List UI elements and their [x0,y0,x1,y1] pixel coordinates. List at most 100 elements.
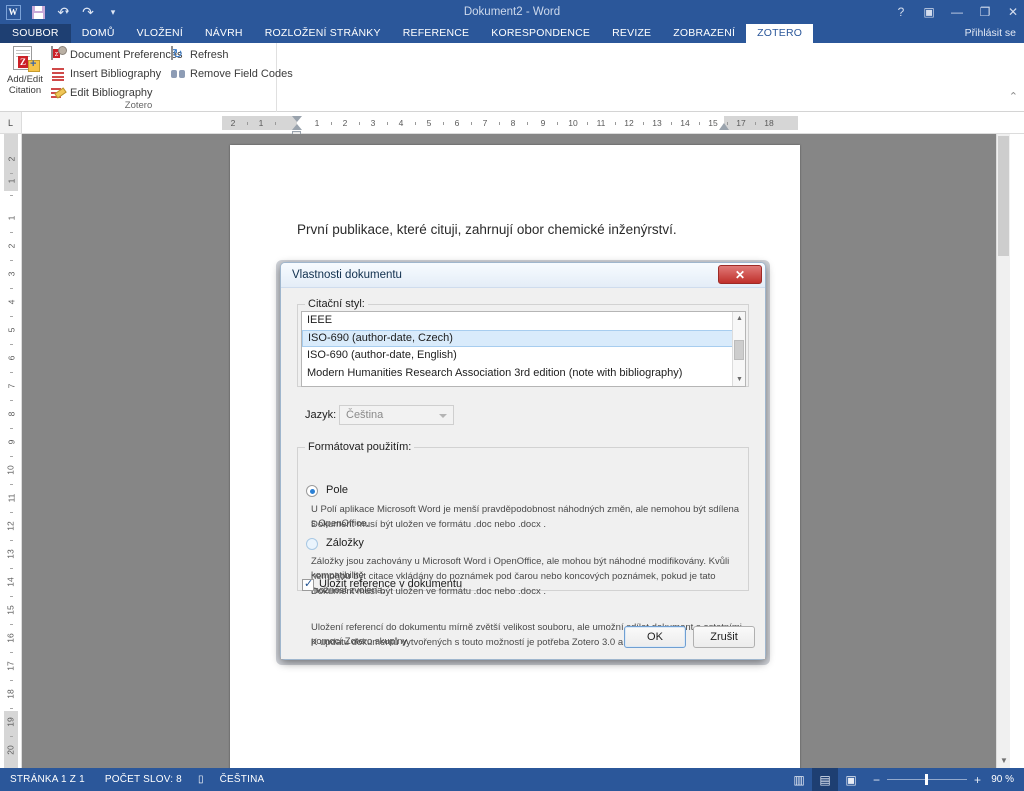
list-scroll-thumb[interactable] [734,340,744,360]
proofing-icon[interactable]: ▯ [192,774,210,785]
zoom-out-icon[interactable]: − [872,773,881,787]
store-references-label[interactable]: Uložit reference v dokumentu [319,578,462,590]
help-icon[interactable]: ? [894,6,908,18]
web-layout-icon[interactable]: ▣ [838,768,864,791]
citation-style-list[interactable]: IEEE ISO-690 (author-date, Czech) ISO-690 … [301,311,746,387]
ruler-tick [527,122,528,125]
ruler-number: 2 [230,118,236,128]
radio-pole-label[interactable]: Pole [326,484,348,496]
collapse-ribbon-icon[interactable]: ⌃ [1009,90,1018,103]
status-bar: STRÁNKA 1 Z 1 POČET SLOV: 8 ▯ ČEŠTINA ▥ … [0,768,1024,791]
ruler-number: 11 [5,493,16,503]
edit-bibliography-icon [50,85,66,101]
zoom-control: − + [864,773,990,787]
ruler-tick [10,456,13,457]
ruler-tick [10,652,13,653]
insert-bibliography-button[interactable]: Insert Bibliography [50,65,162,83]
vertical-scrollbar[interactable]: ▲ ▼ [996,134,1010,768]
ruler-tick [10,736,13,737]
right-indent-marker[interactable] [719,123,729,130]
zoom-slider-thumb[interactable] [925,774,928,785]
vertical-scroll-thumb[interactable] [998,136,1009,256]
ok-button[interactable]: OK [624,626,686,648]
ruler-tick [587,122,588,125]
title-bar: W ↶ ▾ ↷ ▾ Dokument2 - Word ? ▣ — ❐ ✕ [0,0,1024,24]
zoom-value[interactable]: 90 % [990,774,1024,785]
citation-style-option[interactable]: Modern Humanities Research Association 3… [302,365,733,383]
citation-style-option[interactable]: ISO-690 (author-date, English) [302,347,733,365]
remove-field-codes-button[interactable]: Remove Field Codes [170,65,293,83]
insert-bibliography-icon [50,66,66,82]
status-language[interactable]: ČEŠTINA [210,774,275,785]
horizontal-ruler[interactable]: 2 1 1 2 3 4 5 6 7 8 9 10 11 12 13 14 15 17 18 [22,112,1024,137]
dialog-title-bar: Vlastnosti dokumentu ✕ [281,263,765,288]
radio-pole[interactable] [306,485,318,497]
ruler-tick [499,122,500,125]
tab-stop-selector[interactable]: L [0,112,22,134]
ribbon-group-label: Zotero [124,100,153,111]
ruler-number: 2 [5,156,16,162]
ruler-tick [10,195,13,196]
tab-zobrazeni[interactable]: ZOBRAZENÍ [662,24,746,43]
citation-style-list-items: IEEE ISO-690 (author-date, Czech) ISO-690 … [302,312,733,382]
ruler-number: 5 [5,327,16,333]
ruler-number: 9 [5,439,16,445]
zoom-in-icon[interactable]: + [973,773,982,787]
hanging-indent-marker[interactable] [292,124,302,130]
document-paragraph[interactable]: První publikace, které cituji, zahrnují … [297,221,737,239]
add-edit-citation-button[interactable]: Z Add/Edit Citation [3,45,47,99]
tab-vlozeni[interactable]: VLOŽENÍ [126,24,194,43]
minimize-icon[interactable]: — [950,6,964,18]
vertical-ruler[interactable]: 2 1 1 2 3 4 5 6 7 8 9 10 11 12 13 14 15 16 17 18 19 20 [0,134,22,768]
document-preferences-button[interactable]: Document Preferences [50,46,183,64]
first-line-indent-marker[interactable] [292,116,302,122]
tab-domu[interactable]: DOMŮ [71,24,126,43]
radio-zalozky[interactable] [306,538,318,550]
ruler-tick [415,122,416,125]
ruler-number: 10 [568,118,578,128]
print-layout-icon[interactable]: ▤ [812,768,838,791]
pole-description-line2: Dokument musí být uložen ve formátu .doc… [311,519,546,530]
citation-style-option[interactable]: ISO-690 (author-date, Czech) [302,329,733,347]
tab-revize[interactable]: REVIZE [601,24,662,43]
ruler-tick [387,122,388,125]
tab-reference[interactable]: REFERENCE [392,24,481,43]
citation-style-scrollbar[interactable]: ▲ ▼ [732,312,745,386]
radio-zalozky-label[interactable]: Záložky [326,537,364,549]
ruler-number: 4 [398,118,404,128]
ruler-number: 17 [736,118,746,128]
cancel-button[interactable]: Zrušit [693,626,755,648]
status-word-count[interactable]: POČET SLOV: 8 [95,774,192,785]
ribbon-tabs: SOUBOR DOMŮ VLOŽENÍ NÁVRH ROZLOŽENÍ STRÁ… [0,24,1024,43]
ruler-tick [10,260,13,261]
add-edit-citation-icon: Z [10,45,40,73]
citation-style-option[interactable]: IEEE [302,312,733,330]
ruler-number: 17 [6,661,16,671]
read-mode-icon[interactable]: ▥ [786,768,812,791]
list-scroll-up-icon[interactable]: ▲ [733,312,746,325]
tab-korespondence[interactable]: KORESPONDENCE [480,24,601,43]
restore-icon[interactable]: ❐ [978,6,992,18]
close-icon[interactable]: ✕ [1006,6,1020,18]
language-select[interactable]: Čeština [339,405,454,425]
tab-rozlozeni-stranky[interactable]: ROZLOŽENÍ STRÁNKY [254,24,392,43]
ruler-number: 15 [6,605,16,615]
store-references-checkbox[interactable] [302,577,314,591]
refresh-button[interactable]: Refresh [170,46,229,64]
tab-navrh[interactable]: NÁVRH [194,24,254,43]
ruler-tick [671,122,672,125]
ribbon-display-options-icon[interactable]: ▣ [922,6,936,18]
ruler-tick [10,568,13,569]
dialog-close-icon[interactable]: ✕ [718,265,762,284]
zoom-slider[interactable] [887,774,967,785]
tab-zotero[interactable]: ZOTERO [746,24,814,43]
ruler-tick [275,122,276,125]
ruler-tick [10,173,13,174]
sign-in-link[interactable]: Přihlásit se [965,24,1016,43]
document-preferences-icon [50,46,67,63]
language-value: Čeština [346,409,384,421]
tab-soubor[interactable]: SOUBOR [0,24,71,43]
scroll-down-icon[interactable]: ▼ [997,754,1010,768]
list-scroll-down-icon[interactable]: ▼ [733,373,746,386]
status-page[interactable]: STRÁNKA 1 Z 1 [0,774,95,785]
